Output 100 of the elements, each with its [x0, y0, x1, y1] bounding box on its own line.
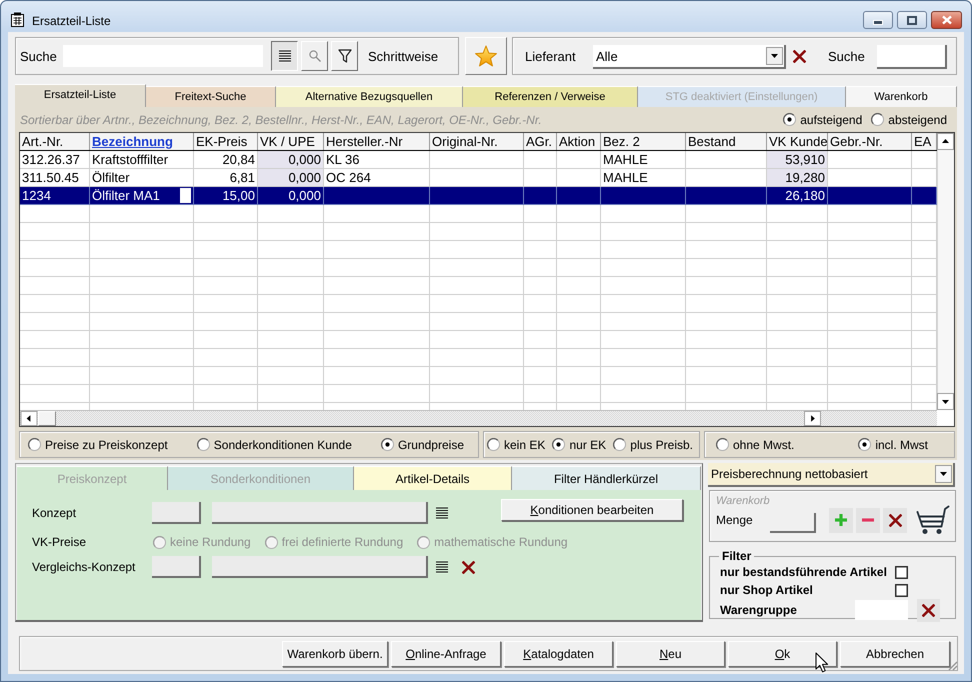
column-header[interactable]: Art.-Nr.: [20, 133, 90, 150]
concept-name-field[interactable]: [212, 502, 428, 524]
rounding-label: VK-Preise: [32, 535, 88, 549]
tab[interactable]: Freitext-Suche: [146, 86, 276, 107]
tab[interactable]: Alternative Bezugsquellen: [276, 86, 463, 107]
purchase-price-option[interactable]: kein EK: [487, 438, 546, 452]
cross-icon[interactable]: [793, 50, 806, 62]
tab[interactable]: Warenkorb: [846, 86, 957, 107]
action-button[interactable]: Abbrechen: [840, 640, 950, 666]
action-button[interactable]: Neu: [616, 640, 725, 666]
tab[interactable]: Ersatzteil-Liste: [15, 84, 146, 107]
price-basis-option[interactable]: Sonderkonditionen Kunde: [196, 438, 352, 452]
scroll-thumb[interactable]: [38, 411, 56, 426]
action-button[interactable]: Warenkorb übern.: [282, 640, 388, 666]
table-cell: Ölfilter MA1: [92, 188, 160, 203]
minimize-button[interactable]: [863, 11, 893, 29]
mouse-pointer-icon: [815, 652, 829, 673]
column-header[interactable]: Original-Nr.: [430, 133, 524, 150]
concept-code-field[interactable]: [152, 502, 201, 524]
horizontal-scrollbar[interactable]: [20, 410, 937, 426]
table-cell: 1234: [20, 187, 90, 205]
price-basis-option[interactable]: Grundpreise: [380, 438, 464, 452]
maximize-icon: [907, 16, 917, 24]
sort-hint: Sortierbar über Artnr., Bezeichnung, Bez. 2, Bestellnr., Herst-Nr., EAN, Lagerort, OE-Nr., Gebr.-Nr.: [20, 112, 542, 126]
list-icon[interactable]: [436, 507, 448, 519]
resize-grip-icon[interactable]: [946, 659, 958, 671]
table-row[interactable]: 312.26.37 Kraftstofffilter 20,84 0,000 KL 36 MAHLE 53,910: [20, 151, 937, 169]
tab[interactable]: Referenzen / Verweise: [463, 86, 638, 107]
price-basis-option[interactable]: Preise zu Preiskonzept: [28, 438, 168, 452]
list-view-button[interactable]: [271, 41, 298, 71]
remove-button[interactable]: [856, 508, 880, 532]
column-header[interactable]: Gebr.-Nr.: [828, 133, 912, 150]
column-header[interactable]: Hersteller.-Nr: [324, 133, 430, 150]
supplier-label: Lieferant: [525, 48, 577, 64]
supplier-dropdown[interactable]: Alle: [593, 45, 786, 69]
quantity-label: Menge: [716, 513, 754, 527]
table-row[interactable]: 311.50.45 Ölfilter 6,81 0,000 OC 264 MAHLE 19,280: [20, 169, 937, 187]
window-title: Ersatzteil-Liste: [32, 14, 111, 28]
sort-order-option[interactable]: aufsteigend: [783, 112, 862, 126]
maximize-button[interactable]: [897, 11, 927, 29]
checkbox[interactable]: [895, 584, 908, 596]
search-icon: [308, 50, 320, 62]
vat-option[interactable]: ohne Mwst.: [716, 438, 794, 452]
product-group-label: Warengruppe: [720, 603, 798, 617]
purchase-price-option[interactable]: plus Preisb.: [613, 438, 693, 452]
close-icon: [940, 15, 952, 25]
caret-down-icon: [766, 47, 783, 65]
purchase-price-option[interactable]: nur EK: [552, 438, 606, 452]
supplier-search-label: Suche: [828, 48, 866, 64]
action-button[interactable]: Online-Anfrage: [391, 640, 501, 666]
column-header[interactable]: AGr.: [524, 133, 557, 150]
search-label: Suche: [20, 48, 58, 64]
filter-legend: Filter: [719, 550, 754, 563]
sort-order-option[interactable]: absteigend: [871, 112, 947, 126]
caret-down-icon: [935, 465, 952, 483]
edit-conditions-button[interactable]: Konditionen bearbeiten: [501, 499, 683, 521]
compare-concept-label: Vergleichs-Konzept: [32, 560, 136, 574]
close-button[interactable]: [931, 11, 962, 29]
column-header[interactable]: VK Kunde: [767, 133, 828, 150]
column-header[interactable]: Bez. 2: [601, 133, 686, 150]
cross-icon[interactable]: [462, 560, 475, 574]
column-header[interactable]: Bezeichnung: [90, 133, 194, 150]
cart-title: Warenkorb: [716, 495, 771, 507]
table-cell: 26,180: [767, 187, 828, 205]
concept-label: Konzept: [32, 506, 78, 520]
tab[interactable]: Filter Händlerkürzel: [512, 466, 701, 490]
clear-button[interactable]: [883, 508, 907, 532]
search-button[interactable]: [301, 41, 328, 71]
filter-option-label: nur Shop Artikel: [720, 583, 814, 597]
action-button[interactable]: Ok: [728, 640, 837, 666]
vat-option[interactable]: incl. Mwst: [858, 438, 928, 452]
supplier-search-field[interactable]: [877, 45, 947, 69]
filter-option-label: nur bestandsführende Artikel: [720, 565, 888, 579]
favorites-button[interactable]: [465, 37, 507, 75]
column-header[interactable]: EK-Preis: [194, 133, 258, 150]
table-cell: 53,910: [767, 151, 828, 169]
checkbox[interactable]: [895, 566, 908, 578]
price-mode-dropdown[interactable]: Preisberechnung nettobasiert: [708, 463, 955, 487]
action-button[interactable]: Katalogdaten: [504, 640, 613, 666]
compare-code-field[interactable]: [152, 556, 201, 578]
filter-button[interactable]: [331, 41, 358, 71]
table-row[interactable]: 1234 Ölfilter MA1 15,00 0,000 26,180: [20, 187, 937, 205]
list-icon[interactable]: [436, 561, 448, 573]
search-mode-label: Schrittweise: [368, 48, 438, 64]
product-group-field[interactable]: [855, 600, 908, 620]
column-header[interactable]: Bestand: [686, 133, 767, 150]
text-cursor-icon: [180, 188, 191, 203]
clear-button[interactable]: [917, 598, 940, 622]
column-header[interactable]: VK / UPE: [258, 133, 324, 150]
compare-name-field[interactable]: [212, 556, 428, 578]
vertical-scrollbar[interactable]: [937, 133, 954, 410]
minimize-icon: [873, 20, 883, 24]
column-header[interactable]: Aktion: [557, 133, 601, 150]
table-cell: 15,00: [194, 187, 258, 205]
table-cell: 0,000: [258, 151, 324, 169]
tab[interactable]: Artikel-Details: [354, 466, 512, 490]
list-icon: [278, 50, 290, 62]
cart-icon[interactable]: [916, 505, 950, 535]
table-cell: 0,000: [258, 169, 324, 187]
filter-icon: [338, 49, 352, 63]
